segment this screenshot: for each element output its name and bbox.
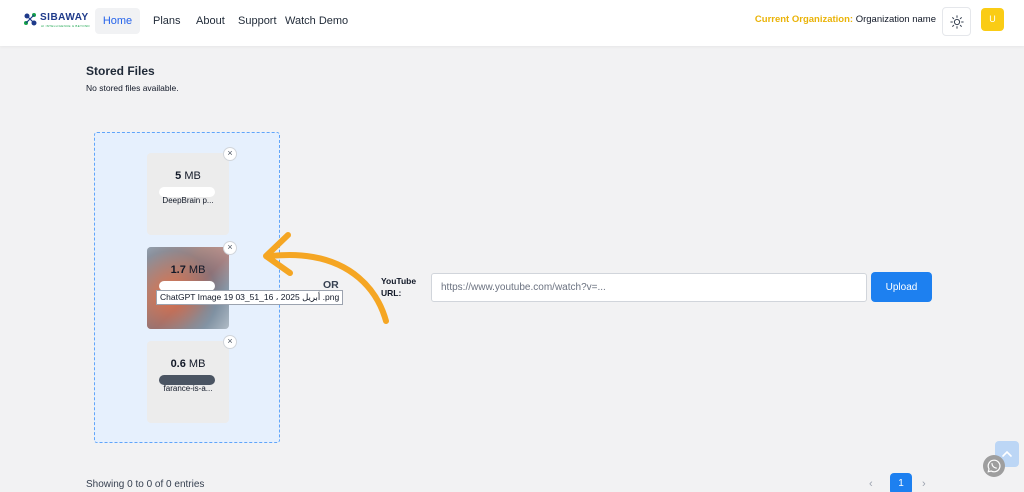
stored-files-title: Stored Files	[86, 64, 155, 78]
stored-files-empty-message: No stored files available.	[86, 83, 179, 93]
nav-support[interactable]: Support	[238, 8, 277, 34]
upload-button[interactable]: Upload	[871, 272, 932, 302]
whatsapp-icon	[987, 459, 1001, 473]
whatsapp-chat-button[interactable]	[983, 455, 1005, 477]
file-dropzone[interactable]: 5 MB DeepBrain p... × 1.7 MB ChatGPT Ima…	[94, 132, 344, 443]
file-card: 5 MB DeepBrain p... ×	[147, 147, 237, 235]
nav-watch-demo[interactable]: Watch Demo	[285, 8, 348, 34]
nav-plans[interactable]: Plans	[153, 8, 181, 34]
nav-about[interactable]: About	[196, 8, 225, 34]
remove-file-button[interactable]: ×	[223, 241, 237, 255]
org-name: Organization name	[855, 14, 936, 25]
logo-mark-icon	[24, 13, 37, 26]
remove-file-button[interactable]: ×	[223, 335, 237, 349]
current-organization[interactable]: Current Organization: Organization name	[755, 14, 936, 25]
remove-file-button[interactable]: ×	[223, 147, 237, 161]
pagination-next-button[interactable]: ›	[922, 478, 926, 490]
or-divider: OR	[323, 279, 339, 291]
brand-name: SIBAWAY	[40, 12, 89, 23]
pagination-prev-button[interactable]: ‹	[869, 478, 873, 490]
nav-home[interactable]: Home	[95, 8, 140, 34]
youtube-url-input[interactable]	[431, 273, 867, 302]
top-navbar: SIBAWAY AI INTELLIGENCE & BEYOND Home Pl…	[0, 0, 1024, 46]
arrow-up-icon	[1002, 450, 1012, 457]
youtube-url-label: YouTube URL:	[381, 276, 417, 298]
file-card: 1.7 MB ChatGPT Image 19 أبريل 2025 ، 16_…	[147, 241, 344, 329]
sun-icon	[950, 15, 964, 29]
org-label: Current Organization:	[754, 14, 854, 25]
table-info: Showing 0 to 0 of 0 entries	[86, 479, 205, 490]
file-size: 0.6 MB	[170, 358, 206, 370]
brand-tagline: AI INTELLIGENCE & BEYOND	[41, 24, 90, 28]
sibaway-logo[interactable]: SIBAWAY AI INTELLIGENCE & BEYOND	[22, 9, 90, 35]
pagination-page-button[interactable]: 1	[890, 473, 912, 492]
file-card: 0.6 MB farance-is-a... ×	[147, 335, 237, 423]
file-size: 5 MB	[175, 170, 201, 182]
theme-toggle-button[interactable]	[942, 7, 971, 36]
file-size: 1.7 MB	[170, 264, 206, 276]
user-avatar[interactable]: U	[981, 8, 1004, 31]
file-name: DeepBrain p...	[162, 196, 214, 205]
file-name: farance-is-a...	[163, 384, 213, 393]
curved-arrow-icon	[263, 232, 389, 324]
